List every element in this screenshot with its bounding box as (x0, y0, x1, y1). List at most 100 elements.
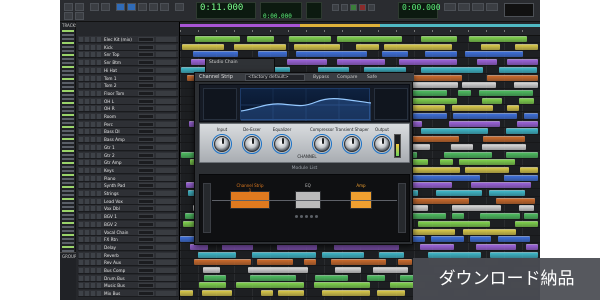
track-output-selector[interactable] (156, 137, 176, 143)
audio-clip[interactable] (372, 267, 408, 273)
track-name[interactable]: OH R (104, 105, 115, 112)
audio-clip[interactable] (436, 190, 483, 196)
track-volume[interactable] (138, 167, 154, 173)
audio-clip[interactable] (198, 251, 237, 258)
track-list-item[interactable] (62, 78, 74, 80)
track-list-item[interactable] (62, 214, 74, 216)
knob-transient-shaper[interactable] (344, 136, 360, 152)
audio-clip[interactable] (462, 228, 516, 235)
audio-clip[interactable] (335, 267, 362, 273)
track-list-item[interactable] (62, 186, 74, 188)
audio-clip[interactable] (314, 274, 348, 281)
track-output-selector[interactable] (156, 198, 176, 204)
track-header[interactable]: Bass DI (78, 128, 178, 136)
audio-clip[interactable] (480, 213, 520, 220)
track-volume[interactable] (138, 137, 154, 143)
track-volume[interactable] (138, 206, 154, 212)
audio-clip[interactable] (407, 228, 456, 235)
track-volume[interactable] (138, 90, 154, 96)
audio-clip[interactable] (439, 159, 454, 166)
audio-clip[interactable] (480, 43, 500, 50)
marker-ruler[interactable] (180, 24, 540, 27)
track-name[interactable]: Delay (104, 244, 116, 251)
track-rsmute-buttons[interactable] (79, 60, 101, 66)
track-rsmute-buttons[interactable] (79, 183, 101, 189)
track-list-item[interactable] (62, 218, 74, 220)
track-output-selector[interactable] (156, 260, 176, 266)
track-name[interactable]: Floor Tom (104, 90, 124, 97)
track-list-item[interactable] (62, 34, 74, 36)
track-list-item[interactable] (62, 82, 74, 84)
track-rsmute-buttons[interactable] (79, 275, 101, 281)
eq-left-controls[interactable] (203, 88, 237, 120)
track-list-item[interactable] (62, 182, 74, 184)
track-header[interactable]: Drum Bus (78, 274, 178, 282)
pencil-tool-icon[interactable] (160, 3, 169, 11)
track-list-item[interactable] (62, 154, 74, 156)
audio-clip[interactable] (452, 113, 518, 119)
track-volume[interactable] (138, 260, 154, 266)
track-list-item[interactable] (62, 30, 74, 32)
audio-clip[interactable] (251, 251, 316, 258)
track-header[interactable]: Elec Kit (mix) (78, 36, 178, 43)
track-rsmute-buttons[interactable] (79, 44, 101, 50)
loop-icon[interactable] (444, 3, 456, 11)
track-output-selector[interactable] (156, 98, 176, 104)
audio-clip[interactable] (514, 43, 538, 50)
audio-clip[interactable] (294, 43, 340, 50)
zoom-out-button[interactable] (90, 3, 99, 11)
audio-clip[interactable] (505, 151, 538, 158)
audio-clip[interactable] (286, 59, 328, 66)
page-dot[interactable] (310, 215, 313, 218)
track-header[interactable]: Snr Btm (78, 59, 178, 67)
audio-clip[interactable] (258, 51, 288, 58)
mode-spot-button[interactable] (64, 12, 73, 20)
track-rsmute-buttons[interactable] (79, 237, 101, 243)
mode-shuffle-button[interactable] (64, 3, 73, 11)
track-rsmute-buttons[interactable] (79, 83, 101, 89)
track-list-item[interactable] (62, 222, 74, 224)
tempo-display[interactable] (306, 2, 322, 19)
track-list-item[interactable] (62, 134, 74, 136)
track-name[interactable]: Bass Amp (104, 136, 125, 143)
track-header[interactable]: Perc (78, 120, 178, 128)
audio-clip[interactable] (450, 143, 474, 150)
track-list-item[interactable] (62, 66, 74, 68)
midi-merge-icon[interactable] (486, 3, 498, 11)
track-list-item[interactable] (62, 242, 74, 244)
track-rsmute-buttons[interactable] (79, 67, 101, 73)
audio-clip[interactable] (481, 97, 503, 104)
track-rsmute-buttons[interactable] (79, 244, 101, 250)
audio-clip[interactable] (526, 243, 538, 250)
audio-clip[interactable] (448, 120, 501, 127)
audio-clip[interactable] (288, 36, 332, 42)
mode-slip-button[interactable] (75, 3, 84, 11)
track-list-item[interactable] (62, 246, 74, 248)
track-list-item[interactable] (62, 38, 74, 40)
audio-clip[interactable] (201, 290, 232, 297)
track-output-selector[interactable] (156, 83, 176, 89)
track-header[interactable]: Lead Vox (78, 197, 178, 205)
track-rsmute-buttons[interactable] (79, 283, 101, 289)
track-list-item[interactable] (62, 42, 74, 44)
track-header[interactable]: Floor Tom (78, 89, 178, 97)
audio-clip[interactable] (256, 259, 293, 266)
track-header[interactable]: Bass Amp (78, 136, 178, 144)
track-output-selector[interactable] (156, 75, 176, 81)
track-list-item[interactable] (62, 230, 74, 232)
track-output-selector[interactable] (156, 114, 176, 119)
audio-clip[interactable] (234, 43, 287, 50)
audio-clip[interactable] (295, 51, 367, 58)
metronome-icon[interactable] (458, 3, 470, 11)
audio-clip[interactable] (249, 274, 297, 281)
track-rsmute-buttons[interactable] (79, 175, 101, 181)
track-output-selector[interactable] (156, 252, 176, 258)
track-header[interactable]: Kick (78, 43, 178, 51)
audio-clip[interactable] (470, 236, 491, 243)
track-list-item[interactable] (62, 122, 74, 124)
page-dot[interactable] (315, 215, 318, 218)
audio-clip[interactable] (506, 105, 520, 112)
audio-clip[interactable] (518, 205, 534, 212)
track-rsmute-buttons[interactable] (79, 191, 101, 196)
audio-clip[interactable] (421, 66, 484, 73)
